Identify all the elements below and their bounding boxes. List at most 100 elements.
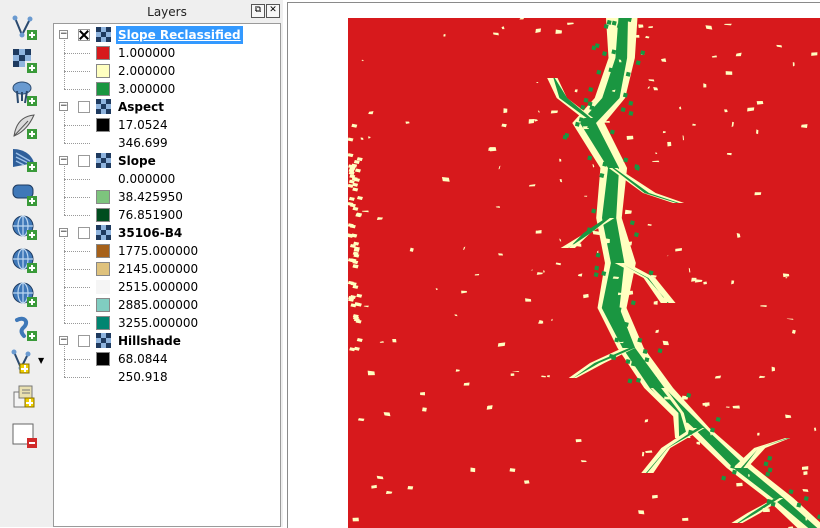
legend-color-swatch — [96, 208, 110, 222]
tree-connector — [64, 143, 90, 144]
legend-value: 2515.000000 — [118, 278, 198, 296]
speckle-class-2 — [754, 192, 761, 195]
speckle-class-2 — [682, 518, 688, 521]
layer-visibility-checkbox[interactable] — [78, 101, 90, 113]
legend-color-swatch — [96, 64, 110, 78]
add-vector-layer-icon[interactable] — [9, 12, 39, 42]
add-oracle-layer-icon[interactable] — [9, 178, 39, 208]
speckle-class-2 — [703, 281, 707, 284]
legend-item: 2515.000000 — [54, 278, 280, 296]
layer-name: Aspect — [118, 98, 164, 116]
add-raster-layer-icon[interactable] — [9, 45, 39, 75]
collapse-toggle-icon[interactable]: − — [59, 228, 68, 237]
speckle-class-2 — [619, 195, 623, 198]
raster-layer-icon — [96, 99, 112, 115]
tree-connector — [64, 125, 90, 126]
raster-layer-icon — [96, 333, 112, 349]
speckle-class-2 — [763, 508, 770, 512]
speckle-class-2 — [511, 373, 515, 376]
add-mssql-layer-icon[interactable] — [9, 144, 39, 174]
legend-color-swatch — [96, 172, 110, 186]
layers-panel: Layers ⧉ ✕ −Slope Reclassified1.0000002.… — [51, 0, 283, 527]
tree-connector — [64, 359, 90, 360]
legend-value: 2.000000 — [118, 62, 175, 80]
legend-value: 38.425950 — [118, 188, 183, 206]
map-canvas[interactable] — [283, 0, 820, 527]
speckle-class-2 — [422, 407, 427, 411]
speckle-class-2 — [663, 297, 670, 302]
layer-row[interactable]: − 35106-B4 — [54, 224, 280, 242]
collapse-toggle-icon[interactable]: − — [59, 156, 68, 165]
speckle-class-2 — [803, 471, 807, 475]
tree-connector — [64, 179, 90, 180]
legend-color-swatch — [96, 190, 110, 204]
tree-connector — [64, 287, 90, 288]
raster-background-class-1 — [348, 18, 820, 528]
layer-name: Slope — [118, 152, 156, 170]
add-spatialite-layer-icon[interactable] — [9, 111, 39, 141]
speckle-class-2 — [503, 108, 507, 113]
legend-item: 1.000000 — [54, 44, 280, 62]
float-panel-button[interactable]: ⧉ — [251, 4, 265, 18]
layer-name: 35106-B4 — [118, 224, 182, 242]
layer-row[interactable]: −Slope Reclassified — [54, 26, 280, 44]
legend-value: 68.0844 — [118, 350, 168, 368]
legend-color-swatch — [96, 316, 110, 330]
speckle-class-2 — [488, 148, 493, 151]
add-wms-layer-icon[interactable] — [9, 212, 39, 242]
speckle-class-2 — [633, 35, 640, 38]
legend-item: 76.851900 — [54, 206, 280, 224]
add-postgis-layer-icon[interactable] — [9, 78, 39, 108]
add-wcs-layer-icon[interactable] — [9, 245, 39, 275]
new-shapefile-layer-icon[interactable] — [9, 347, 39, 377]
speckle-class-2 — [605, 238, 610, 243]
layer-visibility-checkbox[interactable] — [78, 227, 90, 239]
legend-color-swatch — [96, 370, 110, 384]
legend-item: 17.0524 — [54, 116, 280, 134]
speckle-class-2 — [757, 433, 759, 436]
legend-color-swatch — [96, 46, 110, 60]
tree-connector-vertical — [64, 40, 65, 89]
layer-row[interactable]: − Aspect — [54, 98, 280, 116]
layer-visibility-checkbox[interactable] — [78, 29, 90, 41]
speckle-class-2 — [470, 468, 475, 473]
legend-item: 2.000000 — [54, 62, 280, 80]
speckle-class-2 — [576, 439, 582, 442]
tree-connector-vertical — [64, 238, 65, 323]
legend-item: 1775.000000 — [54, 242, 280, 260]
new-layer-dropdown-arrow[interactable]: ▼ — [38, 356, 44, 365]
legend-color-swatch — [96, 352, 110, 366]
collapse-toggle-icon[interactable]: − — [59, 30, 68, 39]
layer-visibility-checkbox[interactable] — [78, 155, 90, 167]
remove-layer-icon[interactable] — [9, 420, 39, 450]
layer-tree: −Slope Reclassified1.0000002.0000003.000… — [53, 23, 281, 527]
layer-toolbar: ▼ — [0, 0, 52, 527]
collapse-toggle-icon[interactable]: − — [59, 336, 68, 345]
speckle-class-2 — [748, 474, 750, 477]
legend-value: 250.918 — [118, 368, 168, 386]
layer-row[interactable]: −Hillshade — [54, 332, 280, 350]
legend-value: 17.0524 — [118, 116, 168, 134]
add-delimited-text-layer-icon[interactable] — [9, 313, 39, 343]
tree-connector-vertical — [64, 166, 65, 215]
legend-color-swatch — [96, 82, 110, 96]
legend-color-swatch — [96, 280, 110, 294]
speckle-class-2 — [667, 142, 671, 147]
close-panel-button[interactable]: ✕ — [266, 4, 280, 18]
speckle-class-2 — [510, 468, 516, 472]
new-spatialite-layer-icon[interactable] — [9, 382, 39, 412]
legend-item: 346.699 — [54, 134, 280, 152]
tree-connector — [64, 53, 90, 54]
layer-visibility-checkbox[interactable] — [78, 335, 90, 347]
collapse-toggle-icon[interactable]: − — [59, 102, 68, 111]
legend-item: 250.918 — [54, 368, 280, 386]
tree-connector — [64, 323, 90, 324]
map-raster[interactable] — [348, 18, 820, 528]
add-wfs-layer-icon[interactable] — [9, 279, 39, 309]
tree-connector — [64, 251, 90, 252]
speckle-class-2 — [726, 71, 733, 75]
layer-row[interactable]: − Slope — [54, 152, 280, 170]
speckle-class-2 — [407, 486, 413, 490]
map-frame[interactable] — [287, 2, 820, 528]
raster-layer-icon — [96, 153, 112, 169]
